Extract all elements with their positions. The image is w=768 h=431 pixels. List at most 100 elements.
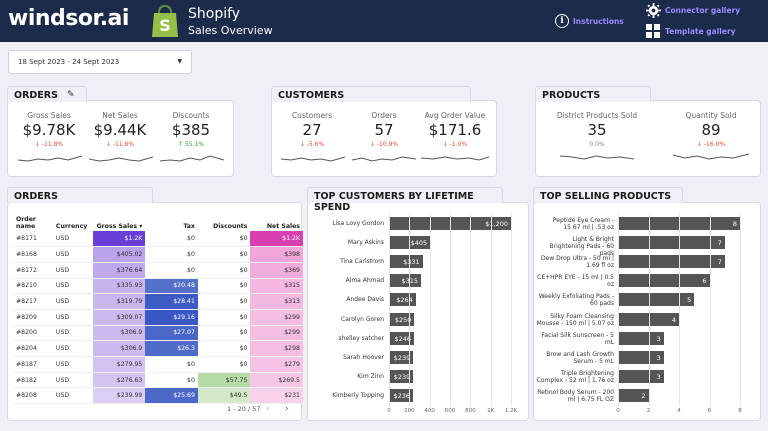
table-row[interactable]: #8200 USD $306.9 $27.07 $0 $299 — [13, 325, 303, 342]
cell-order-name: #8168 — [13, 246, 53, 263]
cell-discounts: $0 — [197, 356, 251, 373]
orders-table: Order name Currency Gross Sales ▾ Tax Di… — [13, 207, 303, 405]
cell-net-sales: $313 — [250, 293, 303, 310]
table-row[interactable]: #8187 USD $279.95 $0 $0 $279 — [13, 356, 303, 373]
table-row[interactable]: #8208 USD $239.99 $25.69 $49.5 $231 — [13, 387, 303, 405]
down-arrow-icon: ↓ — [34, 141, 40, 148]
bar-category-label: shelley satcher — [338, 334, 384, 342]
axis-tick-label: 400 — [424, 408, 435, 414]
bar-value-label: 7 — [717, 239, 722, 248]
table-row[interactable]: #8209 USD $309.07 $29.16 $0 $299 — [13, 309, 303, 326]
table-row[interactable]: #8204 USD $306.9 $26.3 $0 $298 — [13, 340, 303, 357]
cell-discounts: $49.5 — [197, 387, 251, 405]
bar-value-label: 2 — [641, 391, 646, 400]
axis-tick-label: 0 — [616, 408, 620, 414]
bar-category-label: Carolyn Goren — [341, 315, 384, 323]
cell-net-sales: $299 — [250, 325, 303, 342]
table-row[interactable]: #8217 USD $319.79 $28.41 $0 $313 — [13, 293, 303, 310]
cell-gross-sales: $306.9 — [92, 325, 146, 342]
kpi-change: ↓ -11.8% — [18, 141, 80, 148]
gridline — [511, 213, 512, 406]
axis-tick-label: 200 — [404, 408, 415, 414]
prev-page-button[interactable]: ‹ — [266, 404, 270, 414]
col-gross-sales[interactable]: Gross Sales ▾ — [93, 207, 146, 231]
kpi-value: $9.44K — [93, 121, 147, 139]
cell-currency: USD — [52, 340, 93, 357]
sparkline-quantity-sold — [673, 153, 749, 160]
sparkline-discounts — [160, 155, 224, 162]
cell-order-name: #8182 — [13, 372, 53, 389]
shopify-bag-icon: S — [152, 4, 178, 37]
table-row[interactable]: #8168 USD $405.02 $0 $0 $398 — [13, 246, 303, 263]
kpi-discounts: Discounts $385 ↑ 55.1% — [160, 111, 222, 148]
table-row[interactable]: #8182 USD $276.63 $0 $57.75 $269.5 — [13, 372, 303, 389]
cell-net-sales: $269.5 — [250, 372, 303, 389]
bar-category-label: Lisa Lovy Gordon — [332, 220, 384, 227]
kpi-value: 89 — [701, 121, 721, 139]
cell-discounts: $0 — [197, 262, 251, 279]
gridline — [450, 213, 451, 406]
next-page-button[interactable]: › — [285, 404, 289, 414]
gear-icon — [646, 3, 661, 18]
col-net-sales[interactable]: Net Sales — [250, 207, 303, 231]
gridline — [679, 213, 680, 406]
table-row[interactable]: #8171 USD $1.2K $0 $0 $1.2K — [13, 231, 303, 248]
col-discounts[interactable]: Discounts — [198, 207, 251, 231]
kpi-value: $9.78K — [22, 121, 76, 139]
kpi-label: Orders — [371, 111, 397, 120]
connector-gallery-link[interactable]: Connector gallery — [646, 3, 740, 18]
date-range-picker[interactable]: 18 Sept 2023 - 24 Sept 2023 ▼ — [8, 50, 192, 74]
kpi-change-value: -5.6% — [306, 141, 325, 148]
edit-pencil-icon[interactable]: ✎ — [67, 90, 75, 100]
top-products-title: TOP SELLING PRODUCTS — [533, 187, 683, 203]
sort-desc-icon: ▾ — [139, 223, 143, 230]
bar-category-label: Kimberly Topping — [332, 391, 384, 399]
orders-table-body: #8171 USD $1.2K $0 $0 $1.2K #8168 USD $405.02 $0 $… — [13, 231, 303, 405]
kpi-gross-sales: Gross Sales $9.78K ↓ -11.8% — [18, 111, 80, 148]
bar-category-label: Silky Foam Cleansing Mousse - 150 ml | 5… — [536, 312, 614, 327]
bar-value-label: $405 — [410, 239, 428, 248]
cell-discounts: $0 — [197, 293, 251, 310]
header-bar: windsor.ai S Shopify Sales Overview i In… — [0, 0, 768, 42]
bar-value-label: 7 — [717, 258, 722, 267]
sparkline-orders — [352, 156, 416, 162]
kpi-label: District Products Sold — [556, 111, 638, 120]
cell-tax: $0 — [145, 356, 198, 373]
col-order-name[interactable]: Order name — [13, 207, 53, 231]
brand-logo: windsor.ai — [8, 6, 129, 31]
cell-order-name: #8200 — [13, 325, 53, 342]
cell-tax: $0 — [145, 231, 198, 248]
info-icon: i — [555, 14, 569, 28]
col-tax[interactable]: Tax — [145, 207, 198, 231]
bar-category-label: CE+HPR EYE - 15 ml | 0.5 oz — [537, 274, 614, 289]
down-arrow-icon: ↓ — [105, 141, 111, 148]
kpi-label: Avg Order Value — [424, 111, 486, 120]
top-customers-title: TOP CUSTOMERS BY LIFETIME SPEND — [307, 187, 503, 213]
kpi-label: Discounts — [172, 111, 210, 120]
cell-discounts: $0 — [197, 309, 251, 326]
bar-value-label: $331 — [403, 258, 420, 267]
col-currency[interactable]: Currency — [53, 207, 93, 231]
cell-discounts: $57.75 — [197, 372, 251, 389]
kpi-net-sales: Net Sales $9.44K ↓ -11.6% — [89, 111, 151, 148]
cell-net-sales: $298 — [250, 340, 303, 357]
kpi-district-products: District Products Sold 35 0.0% — [556, 111, 638, 148]
cell-order-name: #8204 — [13, 340, 53, 357]
bar-value-label: 3 — [656, 334, 661, 343]
gridline — [429, 213, 431, 406]
cell-currency: USD — [52, 293, 93, 310]
instructions-link[interactable]: i Instructions — [555, 14, 624, 28]
cell-net-sales: $315 — [250, 278, 303, 295]
connector-gallery-label: Connector gallery — [665, 6, 741, 15]
template-gallery-link[interactable]: Template gallery — [646, 24, 736, 39]
customers-kpi-title: CUSTOMERS — [271, 86, 471, 102]
gridline — [389, 213, 390, 406]
table-row[interactable]: #8172 USD $376.64 $0 $0 $369 — [13, 262, 303, 279]
cell-tax: $0 — [145, 372, 198, 389]
bar-value-label: 3 — [656, 372, 661, 381]
table-row[interactable]: #8210 USD $335.93 $20.48 $0 $315 — [13, 278, 303, 295]
cell-net-sales: $398 — [250, 246, 303, 263]
axis-tick-label: 600 — [444, 408, 456, 414]
axis-tick-label: 4 — [677, 408, 681, 414]
kpi-change-value: 0.0% — [589, 141, 605, 148]
